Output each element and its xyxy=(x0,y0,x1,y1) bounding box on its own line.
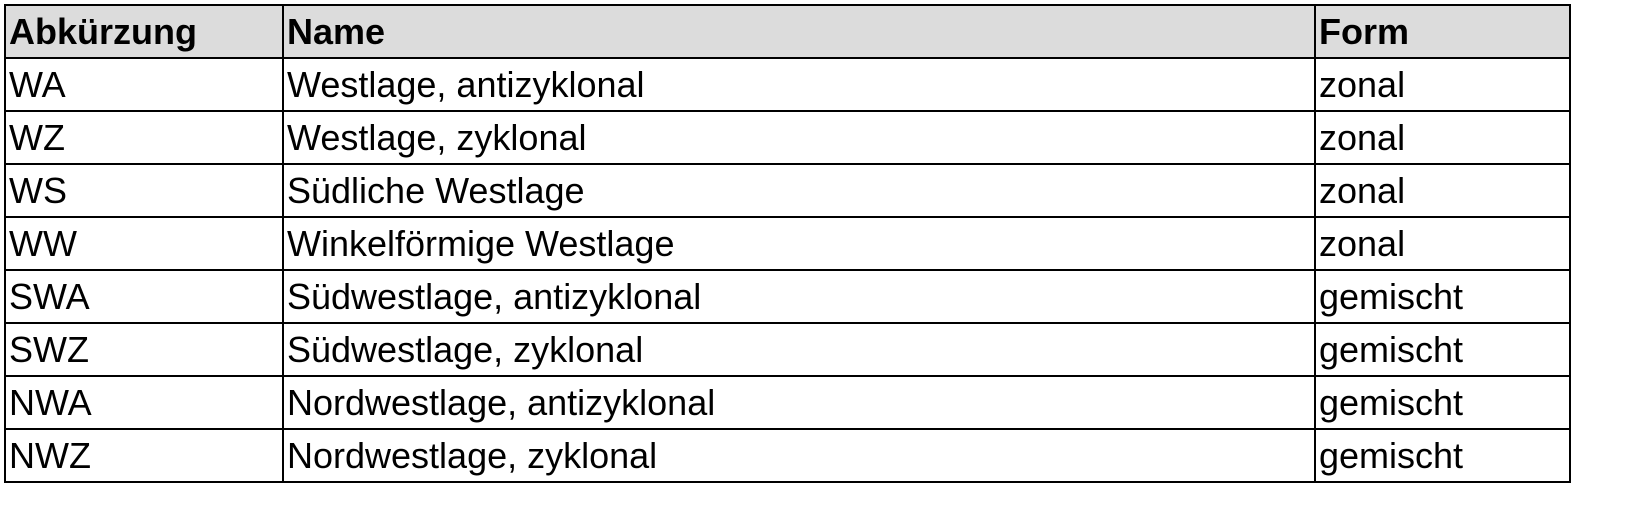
cell-form: zonal xyxy=(1314,110,1571,165)
cell-name: Nordwestlage, antizyklonal xyxy=(282,375,1316,430)
cell-form: zonal xyxy=(1314,57,1571,112)
weather-pattern-table: Abkürzung Name Form WA Westlage, antizyk… xyxy=(4,4,1571,483)
table-row: WZ Westlage, zyklonal zonal xyxy=(4,110,1571,165)
cell-form: gemischt xyxy=(1314,428,1571,483)
cell-name: Südwestlage, antizyklonal xyxy=(282,269,1316,324)
table-row: NWA Nordwestlage, antizyklonal gemischt xyxy=(4,375,1571,430)
cell-abbreviation: WZ xyxy=(4,110,284,165)
cell-abbreviation: WS xyxy=(4,163,284,218)
cell-name: Winkelförmige Westlage xyxy=(282,216,1316,271)
table-row: NWZ Nordwestlage, zyklonal gemischt xyxy=(4,428,1571,483)
column-header-form: Form xyxy=(1314,4,1571,59)
cell-abbreviation: WW xyxy=(4,216,284,271)
cell-name: Westlage, antizyklonal xyxy=(282,57,1316,112)
cell-name: Nordwestlage, zyklonal xyxy=(282,428,1316,483)
table-row: WS Südliche Westlage zonal xyxy=(4,163,1571,218)
cell-form: gemischt xyxy=(1314,269,1571,324)
table-row: SWZ Südwestlage, zyklonal gemischt xyxy=(4,322,1571,377)
table-row: SWA Südwestlage, antizyklonal gemischt xyxy=(4,269,1571,324)
column-header-name: Name xyxy=(282,4,1316,59)
weather-pattern-table-container: Abkürzung Name Form WA Westlage, antizyk… xyxy=(4,4,1571,483)
cell-name: Südliche Westlage xyxy=(282,163,1316,218)
cell-form: gemischt xyxy=(1314,322,1571,377)
cell-abbreviation: NWA xyxy=(4,375,284,430)
table-row: WA Westlage, antizyklonal zonal xyxy=(4,57,1571,112)
cell-abbreviation: NWZ xyxy=(4,428,284,483)
table-row: WW Winkelförmige Westlage zonal xyxy=(4,216,1571,271)
cell-abbreviation: SWA xyxy=(4,269,284,324)
table-header-row: Abkürzung Name Form xyxy=(4,4,1571,59)
cell-form: gemischt xyxy=(1314,375,1571,430)
cell-abbreviation: SWZ xyxy=(4,322,284,377)
column-header-abbreviation: Abkürzung xyxy=(4,4,284,59)
cell-name: Westlage, zyklonal xyxy=(282,110,1316,165)
cell-form: zonal xyxy=(1314,216,1571,271)
cell-abbreviation: WA xyxy=(4,57,284,112)
cell-form: zonal xyxy=(1314,163,1571,218)
cell-name: Südwestlage, zyklonal xyxy=(282,322,1316,377)
